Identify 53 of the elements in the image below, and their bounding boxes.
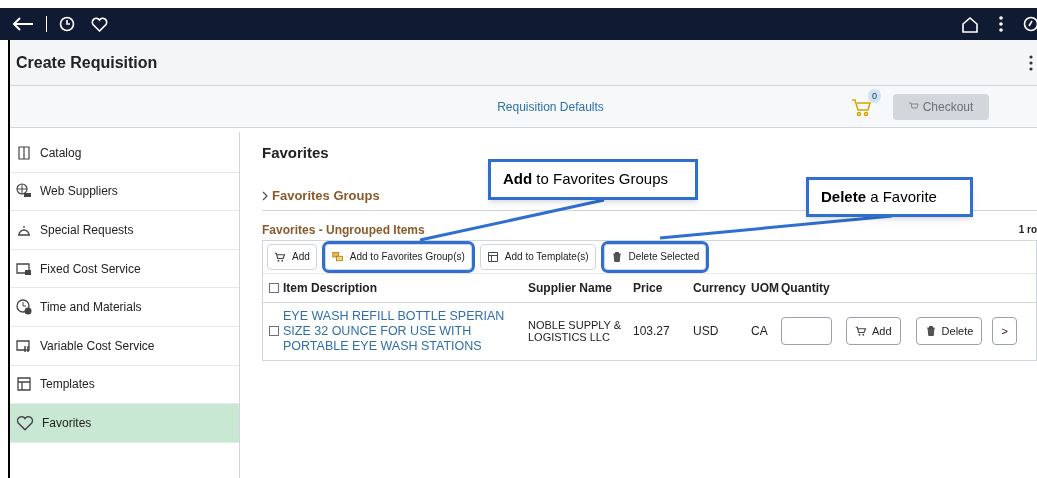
page-title: Create Requisition (16, 52, 158, 73)
trash-icon (924, 325, 937, 337)
row-button[interactable]: Delete (915, 317, 983, 345)
globe-icon (16, 183, 32, 200)
more-icon[interactable] (1029, 54, 1033, 71)
screen-icon (16, 337, 32, 354)
quantity-field[interactable] (781, 317, 832, 345)
table-cell: 103.27 (633, 324, 670, 338)
checkbox[interactable] (269, 282, 279, 293)
callout: Add to Favorites Groups (488, 159, 698, 200)
heart-icon (16, 413, 34, 432)
action-button[interactable]: Add to Template(s) (479, 243, 596, 270)
section-heading: Favorites (262, 144, 329, 161)
action-button[interactable]: Delete Selected (603, 243, 707, 270)
layout-icon (16, 376, 32, 393)
checkbox[interactable] (269, 326, 279, 336)
item-link[interactable]: EYE WASH REFILL BOTTLE SPERIAN SIZE 32 OUNCE FOR USE WITH PORTABLE EYE WASH STATIONS (283, 308, 518, 354)
cart-icon (274, 250, 286, 263)
row-count: 1 ro (1018, 223, 1037, 237)
trash-icon (610, 250, 623, 263)
heart-icon[interactable] (91, 16, 108, 32)
table-cell-text: NOBLE SUPPLY & LOGISTICS LLC (528, 319, 623, 343)
more-icon[interactable] (999, 16, 1003, 32)
column-header: Price (633, 280, 663, 295)
action-button[interactable]: Add (267, 243, 317, 270)
favorites-groups-link[interactable]: Favorites Groups (272, 186, 380, 206)
book-icon (16, 144, 32, 161)
table-cell: USD (693, 324, 719, 338)
sidebar-item[interactable]: Favorites (10, 404, 239, 443)
folders-icon (331, 250, 344, 263)
column-header: Supplier Name (528, 280, 613, 295)
callout: Delete a Favorite (806, 177, 973, 217)
back-icon[interactable] (12, 16, 34, 32)
column-header: Currency (693, 280, 746, 295)
layout-icon (486, 250, 499, 263)
column-header: UOM (751, 280, 779, 295)
cart-icon (855, 325, 867, 337)
action-button[interactable]: Add to Favorites Group(s) (324, 243, 472, 270)
column-header: Item Description (283, 280, 378, 295)
table-cell: CA (751, 324, 768, 338)
cart-icon (908, 102, 919, 111)
clock-icon (16, 299, 32, 316)
home-icon[interactable] (961, 15, 979, 33)
history-icon[interactable] (59, 16, 75, 32)
screen-icon (16, 260, 32, 277)
row-button[interactable]: Add (846, 317, 901, 345)
chevron-icon[interactable] (262, 190, 268, 201)
column-header: Quantity (781, 280, 830, 295)
compass-icon[interactable] (1023, 16, 1037, 32)
next-button[interactable]: > (992, 317, 1017, 345)
section-title: Favorites - Ungrouped Items (262, 221, 425, 239)
cart-count-badge: 0 (868, 88, 881, 103)
requisition-defaults-link[interactable]: Requisition Defaults (497, 97, 604, 116)
